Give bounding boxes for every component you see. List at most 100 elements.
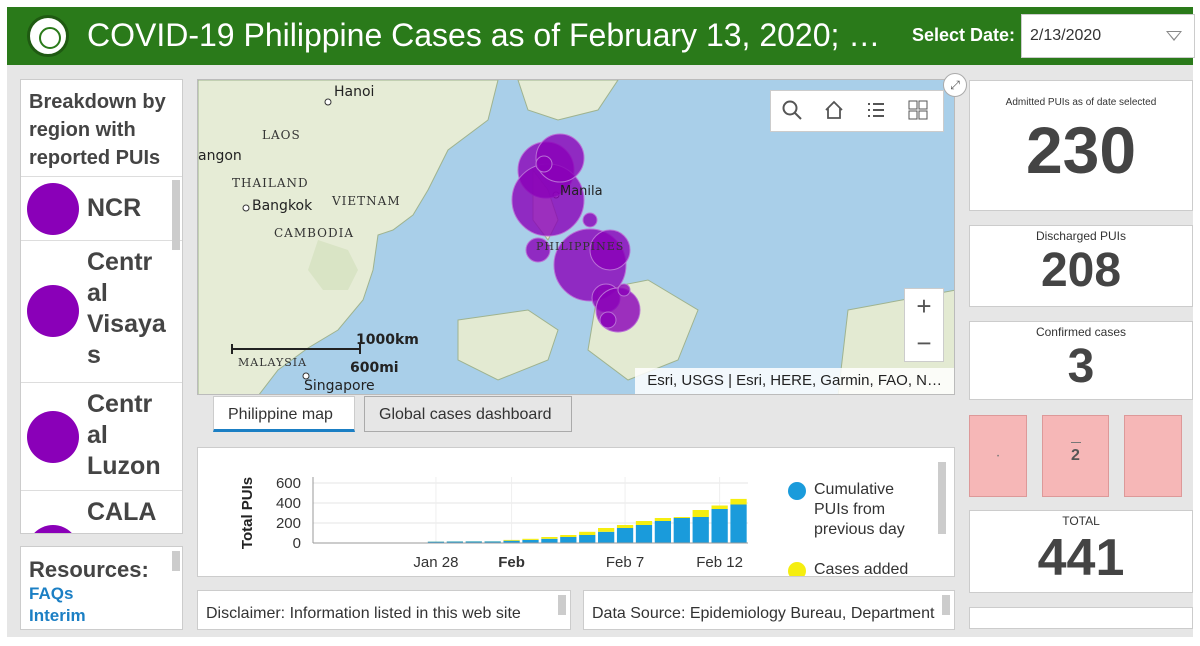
bar-cases-added — [598, 528, 615, 532]
scale-mi: 600mi — [350, 360, 399, 376]
total-stat-card: TOTAL 441 — [969, 510, 1193, 593]
region-dot — [27, 183, 79, 235]
bar-cases-added — [730, 498, 747, 505]
pui-bar-chart: Total PUIs 0 200 400 600 Jan 28 Feb Feb 7 Feb 12 — [239, 475, 748, 571]
mini-card-value: 2 — [1071, 447, 1080, 464]
legend-swatch-cases-added — [788, 562, 806, 576]
map-label-malaysia: MALAYSIA — [238, 356, 308, 369]
y-tick-label: 0 — [293, 535, 301, 552]
map-label-philippines: PHILIPPINES — [536, 240, 625, 253]
confirmed-stat-card: Confirmed cases 3 — [969, 321, 1193, 400]
search-icon[interactable] — [781, 99, 807, 125]
header-bar: COVID-19 Philippine Cases as of February… — [7, 7, 1195, 65]
page-title: COVID-19 Philippine Cases as of February… — [87, 17, 887, 53]
confirmed-value: 3 — [1067, 340, 1095, 393]
region-label-line: al — [87, 279, 108, 307]
map-label-thailand: THAILAND — [232, 176, 309, 190]
bar-cases-added — [635, 521, 653, 525]
legend-item-cases-added[interactable]: Cases added — [788, 560, 928, 577]
list-item[interactable]: Centr al Luzon — [21, 382, 182, 490]
list-item[interactable]: NCR — [21, 176, 182, 240]
list-item[interactable]: CALA — [21, 490, 182, 533]
tab-global-cases-dashboard[interactable]: Global cases dashboard — [364, 396, 572, 432]
map-label-yangon: angon — [198, 148, 242, 164]
pui-chart-panel: Total PUIs 0 200 400 600 Jan 28 Feb Feb 7 Feb 12… — [197, 447, 955, 577]
home-icon[interactable] — [823, 99, 849, 125]
region-label-line: s — [87, 341, 101, 369]
basemap-icon[interactable] — [907, 99, 933, 125]
region-dot — [27, 411, 79, 463]
chevron-down-icon — [1166, 31, 1182, 41]
x-tick-label: Feb 12 — [696, 554, 743, 571]
selected-date: 2/13/2020 — [1030, 27, 1102, 44]
bar-cumulative — [711, 509, 728, 543]
list-icon[interactable] — [865, 99, 891, 125]
bar-cases-added — [654, 518, 672, 521]
legend-label: Cumulative PUIs from previous day — [814, 481, 905, 538]
admitted-label: Admitted PUIs as of date selected — [1005, 97, 1157, 108]
philippine-map[interactable]: Hanoi LAOS angon THAILAND Bangkok VIETNA… — [197, 79, 955, 395]
bar-cumulative — [541, 538, 558, 543]
zoom-in-button[interactable]: + — [905, 289, 943, 326]
resources-title: Resources: — [29, 557, 149, 582]
mini-card-2: 2 — [1042, 415, 1109, 497]
bar-cumulative — [598, 531, 615, 543]
extra-stat-card — [969, 607, 1193, 629]
region-label-line: Centr — [87, 248, 153, 276]
bar-cases-added — [616, 525, 634, 528]
faqs-link[interactable]: FAQs — [21, 583, 182, 605]
region-label-line: Centr — [87, 390, 153, 418]
x-tick-label: Feb 7 — [606, 554, 644, 571]
legend-swatch-cumulative — [788, 482, 806, 500]
admitted-stat-card: Admitted PUIs as of date selected 230 — [969, 80, 1193, 211]
region-label: NCR — [87, 194, 142, 222]
legend-label: Cases added — [814, 561, 909, 577]
discharged-label: Discharged PUIs — [1035, 229, 1127, 243]
admitted-value: 230 — [1025, 113, 1137, 187]
map-label-singapore: Singapore — [304, 378, 375, 394]
bar-cumulative — [692, 517, 709, 543]
tab-philippine-map[interactable]: Philippine map — [213, 396, 355, 432]
bar-cases-added — [692, 510, 709, 517]
data-source-panel: Data Source: Epidemiology Bureau, Depart… — [583, 590, 955, 630]
data-source-text: Data Source: Epidemiology Bureau, Depart… — [592, 605, 935, 622]
region-breakdown-panel[interactable]: Breakdown by region with reported PUIs N… — [20, 79, 183, 534]
bar-cumulative — [616, 528, 634, 543]
disclaimer-panel: Disclaimer: Information listed in this w… — [197, 590, 571, 630]
scale-line — [231, 344, 361, 354]
chart-legend-scrollbar[interactable] — [938, 462, 946, 534]
region-scrollbar[interactable] — [172, 180, 180, 250]
total-value: 441 — [1037, 529, 1125, 587]
dashboard-frame: COVID-19 Philippine Cases as of February… — [7, 7, 1195, 637]
map-toolbar — [770, 90, 944, 132]
bar-cumulative — [635, 525, 653, 543]
discharged-stat-card: Discharged PUIs 208 — [969, 225, 1193, 307]
bar-cases-added — [541, 537, 558, 539]
data-source-scrollbar[interactable] — [942, 595, 950, 615]
y-tick-label: 600 — [276, 475, 301, 492]
discharged-value: 208 — [1040, 244, 1122, 297]
y-tick-label: 200 — [276, 515, 301, 532]
date-select[interactable]: 2/13/2020 — [1021, 14, 1195, 58]
total-label: TOTAL — [1062, 514, 1100, 528]
resources-scrollbar[interactable] — [172, 551, 180, 571]
expand-icon[interactable]: ⤢ — [943, 73, 967, 97]
map-attribution[interactable]: Esri, USGS | Esri, HERE, Garmin, FAO, N… — [635, 368, 954, 394]
disclaimer-scrollbar[interactable] — [558, 595, 566, 615]
region-panel-title: Breakdown by region with reported PUIs — [29, 91, 166, 169]
y-tick-label: 400 — [276, 495, 301, 512]
bar-cumulative — [654, 521, 672, 543]
resources-panel: Resources: FAQs Interim — [20, 546, 183, 630]
region-label-line: al — [87, 421, 108, 449]
interim-link[interactable]: Interim — [21, 605, 182, 627]
bar-cases-added — [711, 505, 728, 509]
region-label-line: Luzon — [87, 452, 161, 480]
mini-card-3 — [1124, 415, 1182, 497]
map-label-hanoi: Hanoi — [334, 84, 375, 100]
legend-item-cumulative[interactable]: Cumulative PUIs from previous day — [788, 480, 928, 540]
list-item[interactable]: Centr al Visaya s — [21, 240, 182, 382]
zoom-out-button[interactable]: − — [905, 326, 943, 363]
zoom-control: + − — [904, 288, 944, 362]
map-label-laos: LAOS — [262, 128, 301, 142]
x-tick-label: Jan 28 — [413, 554, 458, 571]
